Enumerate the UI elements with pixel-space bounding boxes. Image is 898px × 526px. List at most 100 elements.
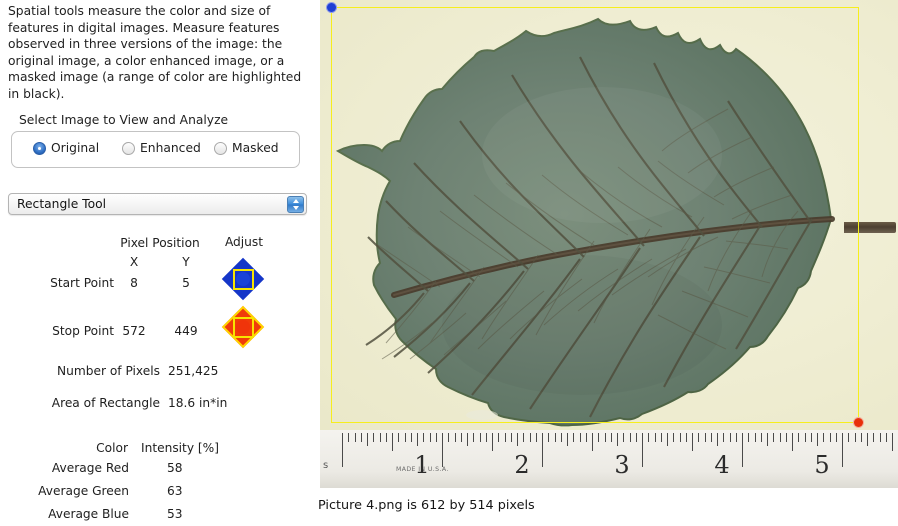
photo-canvas[interactable]: s MADE IN U.S.A. 12345 bbox=[320, 0, 898, 488]
ruler-tick bbox=[567, 433, 568, 446]
ruler-tick bbox=[535, 433, 537, 442]
ruler-tick bbox=[742, 433, 743, 467]
ruler-tick bbox=[842, 433, 843, 467]
ruler-tick bbox=[648, 433, 650, 442]
ruler-tick bbox=[829, 433, 831, 442]
radio-option-original[interactable]: Original bbox=[33, 141, 99, 155]
ruler-tick bbox=[617, 433, 618, 446]
ruler-tick bbox=[454, 433, 456, 442]
ruler-tick bbox=[423, 433, 425, 442]
ruler-tick bbox=[642, 433, 643, 467]
tool-select-value: Rectangle Tool bbox=[17, 197, 107, 211]
ruler-tick bbox=[373, 433, 375, 442]
ruler-tick bbox=[860, 433, 862, 442]
ruler-tick bbox=[442, 433, 443, 467]
start-point-label: Start Point bbox=[50, 276, 114, 290]
ruler-tick bbox=[785, 433, 787, 442]
tool-select-dropdown[interactable]: Rectangle Tool bbox=[8, 193, 307, 215]
ruler-tick bbox=[735, 433, 737, 442]
area-of-rectangle-label: Area of Rectangle bbox=[51, 396, 160, 410]
ruler-tick bbox=[548, 433, 550, 442]
ruler-tick bbox=[610, 433, 612, 442]
ruler-tick bbox=[592, 433, 593, 451]
stop-point-x-value: 572 bbox=[122, 324, 146, 338]
red-dpad-icon[interactable] bbox=[220, 304, 266, 350]
average-blue-value: 53 bbox=[167, 507, 183, 521]
radio-indicator-enhanced[interactable] bbox=[122, 141, 135, 155]
start-point-y-value: 5 bbox=[182, 276, 190, 290]
average-green-label: Average Green bbox=[38, 484, 129, 498]
ruler-tick bbox=[392, 433, 393, 451]
ruler-tick bbox=[704, 433, 706, 442]
ruler-tick bbox=[629, 433, 631, 442]
ruler-tick bbox=[485, 433, 487, 442]
image-selector-group-title: Select Image to View and Analyze bbox=[19, 113, 229, 127]
ruler-tick bbox=[504, 433, 506, 442]
header-pixel-position: Pixel Position bbox=[120, 236, 200, 250]
ruler-tick bbox=[773, 433, 775, 442]
ruler-tick bbox=[673, 433, 675, 442]
average-blue-label: Average Blue bbox=[48, 507, 129, 521]
ruler-tick bbox=[560, 433, 562, 442]
ruler-tick bbox=[623, 433, 625, 442]
start-point-x-value: 8 bbox=[130, 276, 138, 290]
ruler-tick bbox=[879, 433, 881, 442]
radio-option-masked[interactable]: Masked bbox=[214, 141, 279, 155]
ruler-number: 4 bbox=[714, 451, 730, 479]
ruler-tick bbox=[892, 433, 893, 451]
ruler-tick bbox=[529, 433, 531, 442]
blue-dpad-icon[interactable] bbox=[220, 256, 266, 302]
ruler-tick bbox=[417, 433, 418, 446]
ruler-tick bbox=[698, 433, 700, 442]
ruler-tick bbox=[798, 433, 800, 442]
ruler-number: 1 bbox=[414, 451, 430, 479]
ruler-tick bbox=[354, 433, 356, 442]
ruler-tick bbox=[604, 433, 606, 442]
ruler-tick bbox=[517, 433, 518, 446]
radio-label-original: Original bbox=[51, 141, 100, 155]
ruler-tick bbox=[654, 433, 656, 442]
area-of-rectangle-value: 18.6 in*in bbox=[168, 396, 228, 410]
image-caption: Picture 4.png is 612 by 514 pixels bbox=[318, 498, 535, 513]
ruler-tick bbox=[492, 433, 493, 451]
radio-label-enhanced: Enhanced bbox=[140, 141, 201, 155]
ruler-tick bbox=[760, 433, 762, 442]
ruler-tick bbox=[573, 433, 575, 442]
up-down-stepper-icon[interactable] bbox=[287, 196, 304, 213]
radio-indicator-original[interactable] bbox=[33, 141, 46, 155]
average-green-value: 63 bbox=[167, 484, 183, 498]
ruler-tick bbox=[835, 433, 837, 442]
radio-indicator-masked[interactable] bbox=[214, 141, 227, 155]
leaf-stem bbox=[844, 222, 896, 233]
ruler-tick bbox=[717, 433, 718, 446]
image-selector-group: Original Enhanced Masked bbox=[11, 131, 300, 168]
ruler-tick bbox=[585, 433, 587, 442]
radio-option-enhanced[interactable]: Enhanced bbox=[122, 141, 201, 155]
ruler-tick bbox=[348, 433, 350, 442]
ruler-tick bbox=[554, 433, 556, 442]
ruler-number: 2 bbox=[514, 451, 530, 479]
image-view-panel: s MADE IN U.S.A. 12345 Picture 4.png is … bbox=[312, 0, 898, 526]
ruler-tick bbox=[873, 433, 875, 442]
ruler-tick bbox=[342, 433, 343, 467]
stop-point-label: Stop Point bbox=[52, 324, 114, 338]
ruler-tick bbox=[804, 433, 806, 442]
ruler-number: 3 bbox=[614, 451, 630, 479]
ruler-tick bbox=[767, 433, 768, 446]
ruler-tick bbox=[479, 433, 481, 442]
average-red-label: Average Red bbox=[51, 461, 129, 475]
radio-label-masked: Masked bbox=[232, 141, 279, 155]
ruler-tick bbox=[848, 433, 850, 442]
ruler-tick bbox=[817, 433, 818, 446]
number-of-pixels-label: Number of Pixels bbox=[57, 364, 160, 378]
ruler-tick bbox=[667, 433, 668, 446]
header-y: Y bbox=[182, 255, 190, 269]
ruler-tick bbox=[467, 433, 468, 446]
average-red-value: 58 bbox=[167, 461, 183, 475]
ruler-tick bbox=[498, 433, 500, 442]
ruler-tick bbox=[367, 433, 368, 446]
ruler-tick bbox=[379, 433, 381, 442]
number-of-pixels-value: 251,425 bbox=[168, 364, 219, 378]
ruler-tick bbox=[754, 433, 756, 442]
ruler-tick bbox=[510, 433, 512, 442]
